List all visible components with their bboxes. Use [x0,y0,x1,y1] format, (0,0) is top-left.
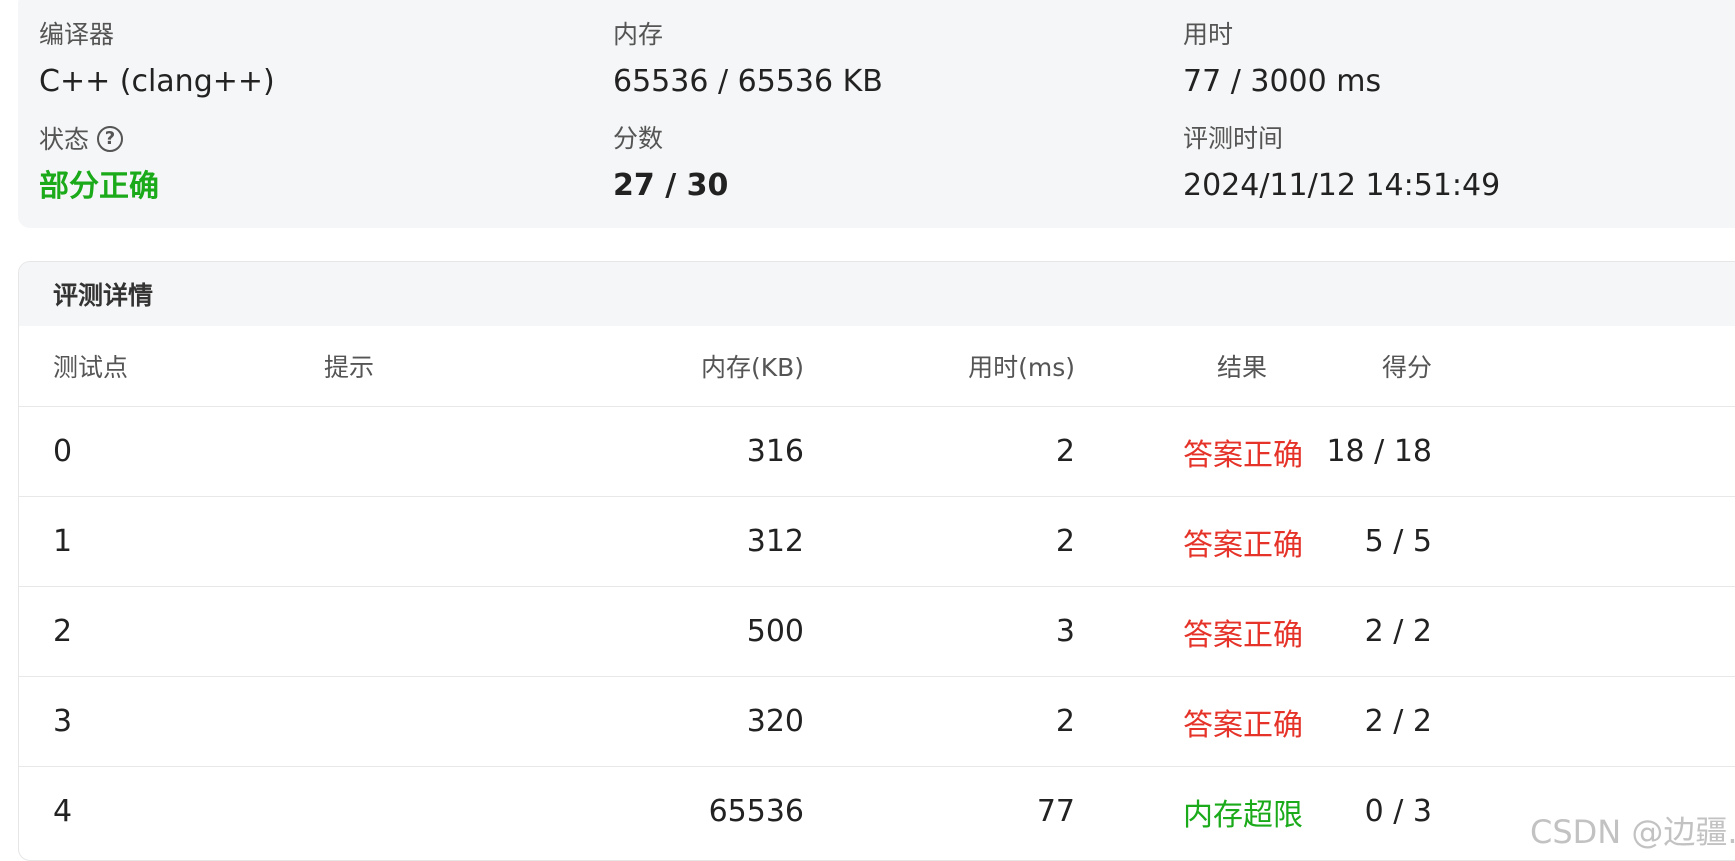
status-label: 状态 [39,124,90,154]
score-info: 分数 27 / 30 [613,126,728,201]
col-hint: 提示 [324,353,375,382]
judge-time-label: 评测时间 [1183,124,1284,153]
table-row: 3 320 2 答案正确 2 / 2 [19,676,1735,766]
table-row: 1 312 2 答案正确 5 / 5 [19,496,1735,586]
memory-info: 内存 65536 / 65536 KB [613,22,883,97]
cell-memory: 320 [746,704,804,739]
table-header: 测试点 提示 内存(KB) 用时(ms) 结果 得分 [19,326,1735,406]
col-time: 用时(ms) [968,353,1075,382]
compiler-label: 编译器 [39,20,115,49]
cell-memory: 316 [746,434,804,469]
cell-memory: 65536 [708,794,804,829]
col-score: 得分 [1381,353,1432,382]
compiler-info: 编译器 C++ (clang++) [39,22,275,97]
judge-details-card: 评测详情 测试点 提示 内存(KB) 用时(ms) 结果 得分 0 316 2 … [18,261,1735,861]
cell-time: 77 [1036,794,1075,829]
question-circle-icon[interactable]: ? [97,126,124,152]
status-value: 部分正确 [39,169,159,204]
cell-case: 0 [53,434,73,469]
cell-case: 2 [53,614,73,649]
col-memory: 内存(KB) [700,353,804,382]
score-value: 27 / 30 [613,168,729,203]
cell-result: 答案正确 [1183,707,1303,743]
table-row: 2 500 3 答案正确 2 / 2 [19,586,1735,676]
cell-time: 2 [1055,704,1075,739]
judge-details-title: 评测详情 [19,262,1735,326]
compiler-value: C++ (clang++) [39,64,275,99]
time-info: 用时 77 / 3000 ms [1183,22,1381,97]
cell-case: 1 [53,524,73,559]
cell-time: 2 [1055,434,1075,469]
judge-time-value: 2024/11/12 14:51:49 [1183,168,1501,203]
cell-result: 答案正确 [1183,437,1303,473]
judge-time-info: 评测时间 2024/11/12 14:51:49 [1183,126,1500,201]
cell-result: 答案正确 [1183,617,1303,653]
status-info: 状态 ? 部分正确 [39,126,159,202]
cell-score: 5 / 5 [1364,524,1432,559]
score-label: 分数 [613,124,664,153]
cell-score: 0 / 3 [1364,794,1432,829]
time-value: 77 / 3000 ms [1183,64,1382,99]
submission-summary: 编译器 C++ (clang++) 内存 65536 / 65536 KB 用时… [18,0,1735,228]
status-label-row: 状态 ? [39,126,159,152]
memory-value: 65536 / 65536 KB [613,64,883,99]
table-row: 0 316 2 答案正确 18 / 18 [19,406,1735,496]
cell-time: 2 [1055,524,1075,559]
col-case: 测试点 [53,353,129,382]
cell-case: 3 [53,704,73,739]
cell-result: 内存超限 [1183,797,1303,833]
cell-time: 3 [1055,614,1075,649]
cell-score: 2 / 2 [1364,704,1432,739]
table-row: 4 65536 77 内存超限 0 / 3 [19,766,1735,856]
cell-case: 4 [53,794,73,829]
col-result: 结果 [1217,353,1268,382]
cell-score: 2 / 2 [1364,614,1432,649]
cell-memory: 500 [746,614,804,649]
memory-label: 内存 [613,20,664,49]
cell-result: 答案正确 [1183,527,1303,563]
cell-memory: 312 [746,524,804,559]
time-label: 用时 [1183,20,1234,49]
cell-score: 18 / 18 [1326,434,1432,469]
